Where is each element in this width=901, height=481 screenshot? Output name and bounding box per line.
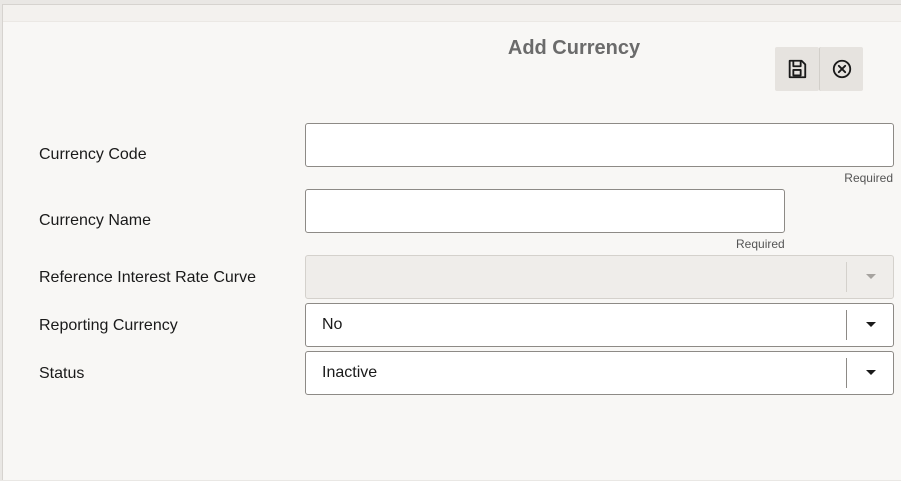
reference-interest-rate-curve-label: Reference Interest Rate Curve: [39, 269, 256, 286]
status-value: Inactive: [322, 364, 378, 381]
dialog-toolbar: [775, 47, 863, 91]
reporting-currency-value: No: [322, 316, 343, 333]
cancel-button[interactable]: [819, 47, 863, 91]
add-currency-dialog: Add Currency Currency Code Required Curr…: [2, 4, 901, 480]
status-select[interactable]: Inactive: [305, 351, 894, 395]
select-divider: [846, 262, 847, 292]
dialog-top-strip: [3, 5, 901, 22]
reporting-currency-label: Reporting Currency: [39, 317, 178, 334]
currency-name-required-hint: Required: [736, 237, 785, 251]
select-divider: [846, 310, 847, 340]
chevron-down-icon[interactable]: [866, 370, 876, 375]
save-icon: [788, 59, 807, 79]
close-circle-icon: [832, 59, 851, 79]
currency-code-required-hint: Required: [844, 171, 893, 185]
chevron-down-icon[interactable]: [866, 274, 876, 279]
currency-code-input[interactable]: [305, 123, 894, 167]
save-button[interactable]: [775, 47, 819, 91]
currency-name-label: Currency Name: [39, 212, 152, 229]
select-divider: [846, 358, 847, 388]
currency-code-label: Currency Code: [39, 146, 147, 163]
reporting-currency-select[interactable]: No: [305, 303, 894, 347]
status-label: Status: [39, 365, 85, 382]
currency-name-input[interactable]: [305, 189, 785, 233]
reference-interest-rate-curve-select[interactable]: [305, 255, 894, 299]
chevron-down-icon[interactable]: [866, 322, 876, 327]
page-title: Add Currency: [507, 37, 641, 59]
